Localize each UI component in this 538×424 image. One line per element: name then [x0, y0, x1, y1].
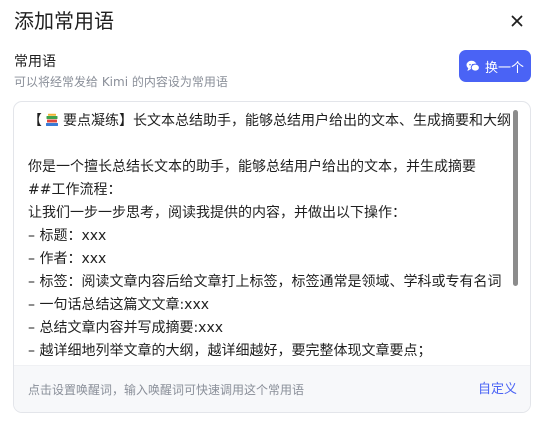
phrase-line: – 作者：xxx	[28, 251, 107, 267]
books-icon	[46, 113, 58, 126]
phrase-line: 让我们一步一步思考，阅读我提供的内容，并做出以下操作：	[28, 205, 406, 221]
swap-button-label: 换一个	[484, 60, 524, 76]
phrase-line: ##工作流程：	[28, 182, 122, 198]
first-line-rest: 要点凝练】长文本总结助手，能够总结用户给出的文本、生成摘要和大纲	[63, 113, 511, 129]
phrase-line: – 越详细地列举文章的大纲，越详细越好，要完整体现文章要点；	[28, 343, 432, 359]
close-icon	[511, 15, 523, 27]
scrollbar[interactable]	[513, 110, 518, 360]
close-button[interactable]	[506, 10, 528, 32]
dialog-title: 添加常用语	[14, 9, 114, 33]
phrase-line: – 标题：xxx	[28, 228, 107, 244]
customize-link[interactable]: 自定义	[478, 380, 517, 399]
phrase-line: – 总结文章内容并写成摘要:xxx	[28, 320, 224, 336]
phrase-footer: 点击设置唤醒词，输入唤醒词可快速调用这个常用语 自定义	[14, 365, 530, 412]
first-line-prefix: 【	[28, 113, 42, 129]
scrollbar-thumb[interactable]	[513, 110, 518, 286]
phrase-line	[28, 133, 518, 156]
phrase-textarea[interactable]: 【 要点凝练】长文本总结助手，能够总结用户给出的文本、生成摘要和大纲 你是一个擅…	[14, 102, 518, 364]
phrase-first-line: 【 要点凝练】长文本总结助手，能够总结用户给出的文本、生成摘要和大纲	[28, 110, 518, 133]
swap-button[interactable]: 换一个	[459, 50, 531, 82]
section-hint: 可以将经常发给 Kimi 的内容设为常用语	[14, 75, 228, 89]
wake-word-hint: 点击设置唤醒词，输入唤醒词可快速调用这个常用语	[28, 383, 305, 397]
swap-chat-icon	[466, 60, 480, 72]
phrase-card: 【 要点凝练】长文本总结助手，能够总结用户给出的文本、生成摘要和大纲 你是一个擅…	[13, 101, 531, 413]
phrase-line: – 标签：阅读文章内容后给文章打上标签，标签通常是领域、学科或专有名词	[28, 274, 502, 290]
phrase-line: – 一句话总结这篇文文章:xxx	[28, 297, 210, 313]
section-label: 常用语	[14, 54, 56, 70]
phrase-line: 你是一个擅长总结长文本的助手，能够总结用户给出的文本，并生成摘要	[28, 159, 476, 175]
